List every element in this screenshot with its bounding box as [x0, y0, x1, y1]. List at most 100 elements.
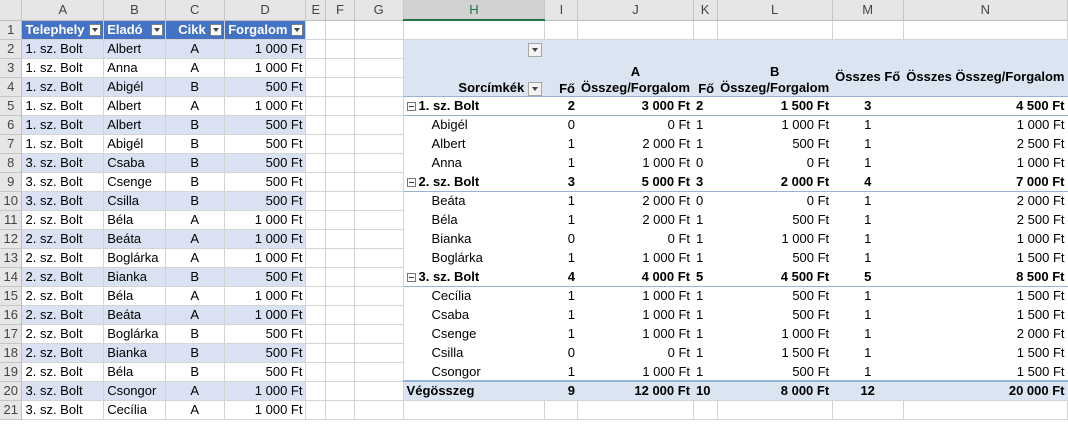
row-header-3[interactable]: 3 [0, 58, 23, 78]
pivot-value[interactable]: 500 Ft [717, 305, 833, 324]
table-cell[interactable]: Beáta [103, 305, 166, 325]
pivot-value[interactable]: 1 500 Ft [903, 248, 1068, 267]
pivot-value[interactable]: 2 500 Ft [903, 134, 1068, 153]
pivot-value[interactable]: 8 500 Ft [903, 267, 1068, 287]
pivot-value[interactable]: 1 [832, 210, 904, 229]
pivot-value[interactable]: 5 [693, 267, 718, 287]
row-header-4[interactable]: 4 [0, 77, 23, 97]
pivot-value[interactable]: 7 000 Ft [903, 172, 1068, 192]
pivot-item-label[interactable]: Cecília [403, 286, 545, 305]
table-header-telephely[interactable]: Telephely [21, 20, 105, 40]
cell[interactable] [354, 267, 404, 287]
select-all-corner[interactable] [0, 0, 23, 21]
table-header-eladó[interactable]: Eladó [103, 20, 166, 40]
column-header-L[interactable]: L [717, 0, 833, 21]
table-cell[interactable]: B [165, 343, 225, 363]
pivot-grand-total-value[interactable]: 8 000 Ft [717, 380, 833, 401]
table-cell[interactable]: 3. sz. Bolt [21, 400, 105, 420]
table-cell[interactable]: Anna [103, 58, 166, 78]
table-cell[interactable]: 500 Ft [224, 191, 307, 211]
cell[interactable] [354, 305, 404, 325]
pivot-value[interactable]: 1 [544, 324, 578, 343]
table-cell[interactable]: 1. sz. Bolt [21, 58, 105, 78]
table-cell[interactable]: A [165, 58, 225, 78]
table-cell[interactable]: Csaba [103, 153, 166, 173]
pivot-a-sum-header[interactable]: A Összeg/Forgalom [577, 58, 694, 97]
pivot-value[interactable]: 1 [693, 362, 718, 381]
pivot-b-fo-header[interactable]: Fő [693, 58, 718, 97]
pivot-value[interactable]: 1 [544, 362, 578, 381]
table-cell[interactable]: Béla [103, 362, 166, 382]
pivot-value[interactable]: 4 500 Ft [903, 96, 1068, 116]
table-cell[interactable]: Csongor [103, 381, 166, 401]
pivot-grand-total-value[interactable]: 12 000 Ft [577, 380, 694, 401]
pivot-grand-total-value[interactable]: 9 [544, 380, 578, 401]
table-cell[interactable]: 500 Ft [224, 172, 307, 192]
pivot-value[interactable]: 500 Ft [717, 210, 833, 229]
pivot-value[interactable]: 1 500 Ft [903, 305, 1068, 324]
pivot-value[interactable]: 3 [693, 172, 718, 192]
pivot-value[interactable]: 3 [544, 172, 578, 192]
pivot-value[interactable]: 1 000 Ft [577, 324, 694, 343]
pivot-header-cell[interactable] [544, 39, 578, 58]
table-cell[interactable]: 1 000 Ft [224, 400, 307, 420]
column-labels-dropdown-icon[interactable] [527, 42, 542, 57]
pivot-value[interactable]: 5 [832, 267, 904, 287]
cell[interactable] [325, 324, 355, 344]
row-header-7[interactable]: 7 [0, 134, 23, 154]
column-header-I[interactable]: I [544, 0, 579, 21]
cell[interactable] [305, 96, 327, 116]
cell[interactable] [354, 210, 404, 230]
pivot-group-label[interactable]: 2. sz. Bolt [403, 172, 545, 192]
column-header-H[interactable]: H [403, 0, 546, 21]
column-header-G[interactable]: G [354, 0, 404, 21]
row-header-12[interactable]: 12 [0, 229, 23, 249]
pivot-value[interactable]: 1 500 Ft [903, 343, 1068, 362]
pivot-a-fo-header[interactable]: Fő [544, 58, 578, 97]
row-header-17[interactable]: 17 [0, 324, 23, 344]
cell[interactable] [305, 305, 327, 325]
table-cell[interactable]: Boglárka [103, 324, 166, 344]
pivot-group-label[interactable]: 1. sz. Bolt [403, 96, 545, 116]
pivot-item-label[interactable]: Csongor [403, 362, 545, 381]
pivot-value[interactable]: 2 [693, 96, 718, 116]
pivot-item-label[interactable]: Albert [403, 134, 545, 153]
pivot-value[interactable]: 2 000 Ft [903, 324, 1068, 343]
pivot-value[interactable]: 1 [832, 134, 904, 153]
row-header-19[interactable]: 19 [0, 362, 23, 382]
pivot-grand-total-value[interactable]: 12 [832, 380, 904, 401]
filter-dropdown-icon[interactable] [150, 23, 163, 36]
pivot-b-sum-header[interactable]: B Összeg/Forgalom [717, 58, 833, 97]
pivot-value[interactable]: 1 [544, 191, 578, 210]
pivot-total-sum-header[interactable]: Összes Összeg/Forgalom [903, 58, 1068, 97]
pivot-row-labels-header[interactable]: Sorcímkék [403, 58, 545, 97]
pivot-value[interactable]: 4 [544, 267, 578, 287]
cell[interactable] [305, 400, 327, 420]
pivot-value[interactable]: 1 [832, 343, 904, 362]
table-cell[interactable]: Albert [103, 96, 166, 116]
cell[interactable] [325, 343, 355, 363]
cell[interactable] [544, 400, 579, 420]
pivot-header-cell[interactable] [903, 39, 1068, 58]
pivot-value[interactable]: 1 [693, 343, 718, 362]
pivot-value[interactable]: 1 [832, 286, 904, 305]
cell[interactable] [903, 400, 1068, 420]
row-header-6[interactable]: 6 [0, 115, 23, 135]
table-cell[interactable]: Beáta [103, 229, 166, 249]
cell[interactable] [325, 77, 355, 97]
pivot-value[interactable]: 1 [832, 191, 904, 210]
table-cell[interactable]: B [165, 324, 225, 344]
table-cell[interactable]: A [165, 39, 225, 59]
pivot-value[interactable]: 1 [832, 248, 904, 267]
pivot-value[interactable]: 1 [693, 286, 718, 305]
pivot-value[interactable]: 1 [544, 305, 578, 324]
pivot-value[interactable]: 1 [544, 286, 578, 305]
row-header-20[interactable]: 20 [0, 381, 23, 401]
cell[interactable] [832, 20, 904, 40]
pivot-value[interactable]: 1 000 Ft [577, 305, 694, 324]
table-cell[interactable]: Boglárka [103, 248, 166, 268]
table-cell[interactable]: 2. sz. Bolt [21, 210, 105, 230]
table-cell[interactable]: 1 000 Ft [224, 286, 307, 306]
table-cell[interactable]: Bianka [103, 343, 166, 363]
pivot-value[interactable]: 1 500 Ft [903, 286, 1068, 305]
